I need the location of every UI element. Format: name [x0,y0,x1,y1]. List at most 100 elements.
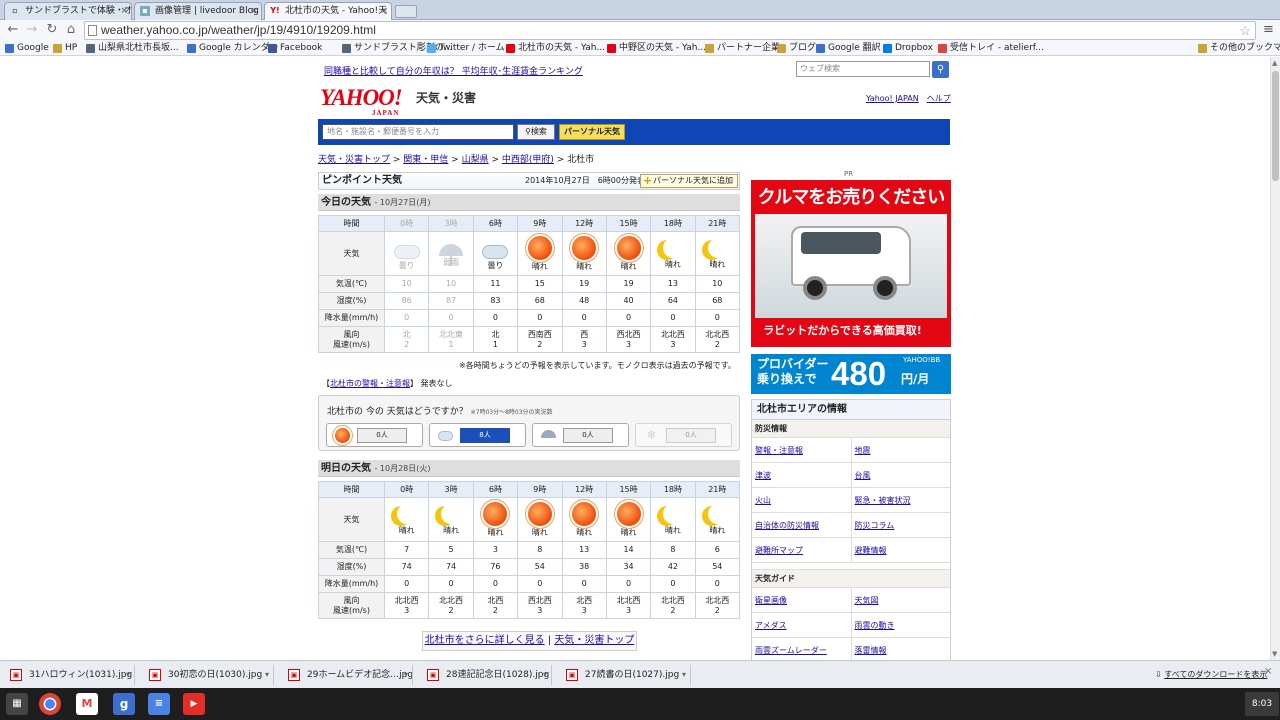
vote-sunny-button[interactable]: 0人 [326,423,423,447]
bookmark-item[interactable]: Dropbox [883,42,933,55]
area-link[interactable]: 避難情報 [850,538,951,562]
chevron-down-icon[interactable]: ▾ [543,665,547,685]
download-item[interactable]: ▣ 27読書の日(1027).jpg ▾ [559,665,691,685]
close-icon[interactable]: × [250,3,258,19]
area-link[interactable]: アメダス [752,613,851,637]
chevron-down-icon[interactable]: ▾ [682,665,686,685]
area-row: 火山 緊急・被害状況 [752,488,950,513]
breadcrumb-link[interactable]: 関東・甲信 [403,155,448,165]
bookmark-item[interactable]: 山梨県北杜市長坂... [86,42,179,55]
salary-ranking-link[interactable]: 同職種と比較して自分の年収は？ 平均年収･生涯賃金ランキング [324,64,583,77]
tab-title: 画像管理 | livedoor Blog [155,6,259,16]
tab-livedoor[interactable]: ▪ 画像管理 | livedoor Blog × [134,2,262,20]
close-icon[interactable]: × [380,3,388,19]
bookmark-item[interactable]: 中野区の天気 - Yah... [607,42,706,55]
area-link[interactable]: 避難所マップ [752,538,851,562]
bookmark-item[interactable]: その他のブックマーク [1198,42,1280,55]
close-icon[interactable]: × [1264,666,1272,677]
area-link[interactable]: 落雷情報 [850,638,951,660]
vote-rain-button[interactable]: 0人 [532,423,629,447]
area-link[interactable]: 緊急・被害状況 [850,488,951,512]
search-icon[interactable]: ⚲ [932,61,949,78]
bookmark-item[interactable]: Google カレンダー [187,42,279,55]
personal-weather-button[interactable]: パーソナル天気 [559,124,625,140]
area-link[interactable]: 火山 [752,488,851,512]
moon-icon [663,238,683,258]
scrollbar[interactable]: ▲ ▼ [1270,57,1280,660]
bookmark-item[interactable]: 北杜市の天気 - Yah... [506,42,605,55]
scroll-down-icon[interactable]: ▼ [1272,650,1277,658]
time-cell: 9時 [517,215,563,232]
area-link[interactable]: 津波 [752,463,851,487]
area-link[interactable]: 雨雲ズームレーダー [752,638,851,660]
ad2-line2: 乗り換えで [757,372,817,386]
youtube-icon[interactable]: ▶ [183,693,205,715]
show-all-downloads[interactable]: ⇩ すべてのダウンロードを表示 [1155,669,1267,680]
address-bar[interactable]: weather.yahoo.co.jp/weather/jp/19/4910/1… [84,21,1256,40]
download-item[interactable]: ▣ 28速記記念日(1028).jpg ▾ [420,665,552,685]
bookmark-item[interactable]: ブログ [777,42,816,55]
vote-snow-button[interactable]: ❄ 0人 [635,423,732,447]
download-item[interactable]: ▣ 31ハロウィン(1031).jpg ▾ [3,665,135,685]
download-item[interactable]: ▣ 29ホームビデオ記念…jpg ▾ [281,665,413,685]
area-link[interactable]: 警報・注意報 [752,438,851,462]
menu-icon[interactable]: ≡ [1263,22,1274,37]
temp-cell: 3 [472,541,519,559]
bookmark-item[interactable]: HP [53,42,77,55]
bookmark-item[interactable]: Twitter / ホーム [427,42,505,55]
warning-link[interactable]: 北杜市の警報・注意報 [330,379,410,388]
gmail-icon[interactable]: M [76,693,98,715]
car-ad-banner[interactable]: クルマをお売りください ラビットだからできる高価買取! [751,180,951,347]
provider-ad-banner[interactable]: プロバイダー 乗り換えで 480 円/月 YAHOO!BB [751,354,951,394]
download-item[interactable]: ▣ 30初恋の日(1030).jpg ▾ [142,665,274,685]
tab-sandblast[interactable]: ▫ サンドブラストで体験・オリジナ× [4,2,132,20]
area-link[interactable]: 衛星画像 [752,588,851,612]
help-link[interactable]: ヘルプ [927,94,951,103]
weather-text: 晴れ [576,527,593,537]
google-search-icon[interactable]: g [113,693,135,715]
weather-cell: 晴れ [650,497,696,542]
weather-text: 晴れ [664,259,681,269]
reload-icon[interactable]: ↻ [44,22,60,38]
location-search-input[interactable]: 地名・施設名・郵便番号を入力 [322,124,514,140]
search-button[interactable]: ⚲検索 [517,124,555,140]
web-search-input[interactable]: ウェブ検索 [796,61,930,77]
bookmark-item[interactable]: Google 翻訳 [816,42,881,55]
chevron-down-icon[interactable]: ▾ [265,665,269,685]
area-link[interactable]: 天気図 [850,588,951,612]
chrome-icon[interactable] [39,693,61,715]
app-launcher-icon[interactable]: ▦ [6,693,28,715]
chevron-down-icon[interactable]: ▾ [404,665,408,685]
wind-speed: 1 [448,339,454,349]
area-link[interactable]: 防災コラム [850,513,951,537]
bookmark-item[interactable]: Google [5,42,49,55]
breadcrumb-link[interactable]: 天気・災害トップ [318,155,390,165]
area-link[interactable]: 自治体の防災情報 [752,513,851,537]
bookmark-item[interactable]: 受信トレイ - atelierf... [938,42,1044,55]
yahoo-japan-link[interactable]: Yahoo! JAPAN [866,94,919,103]
scroll-thumb[interactable] [1272,71,1279,181]
bookmark-item[interactable]: Facebook [268,42,322,55]
area-link[interactable]: 雨雲の動き [850,613,951,637]
forward-icon[interactable]: → [24,22,40,38]
star-icon[interactable]: ☆ [1239,22,1251,39]
home-icon[interactable]: ⌂ [63,22,79,38]
system-clock[interactable]: 8:03 [1245,692,1279,716]
new-tab-button[interactable] [395,5,417,18]
breadcrumb-link[interactable]: 山梨県 [462,155,489,165]
weather-top-link[interactable]: 天気・災害トップ [554,635,634,646]
bookmark-item[interactable]: パートナー企業 [705,42,780,55]
yahoo-logo[interactable]: YAHOO! JAPAN [320,85,403,117]
add-personal-button[interactable]: + パーソナル天気に追加 [640,174,738,188]
docs-icon[interactable]: ≡ [148,693,170,715]
detail-link[interactable]: 北杜市をさらに詳しく見る [425,635,545,646]
vote-cloudy-button[interactable]: 8人 [429,423,526,447]
area-link[interactable]: 台風 [850,463,951,487]
tab-yahoo-weather[interactable]: Y! 北杜市の天気 - Yahoo!天 × [264,2,392,21]
scroll-up-icon[interactable]: ▲ [1272,59,1277,67]
area-link[interactable]: 地震 [850,438,951,462]
close-icon[interactable]: × [120,3,128,19]
breadcrumb-link[interactable]: 中西部(甲府) [502,155,554,165]
back-icon[interactable]: ← [5,22,21,38]
chevron-down-icon[interactable]: ▾ [126,665,130,685]
